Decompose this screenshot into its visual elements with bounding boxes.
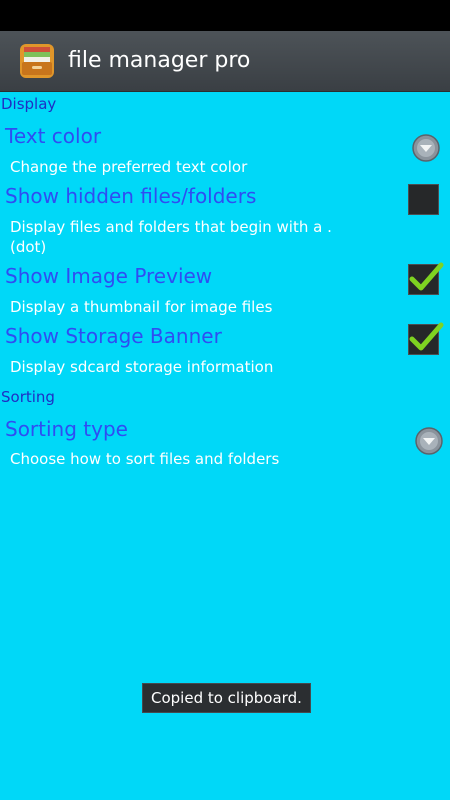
- storage-banner-checkbox[interactable]: [408, 322, 444, 355]
- status-bar: [0, 0, 450, 31]
- image-preview-checkbox[interactable]: [408, 262, 444, 295]
- checkmark-icon: [409, 262, 444, 291]
- pref-title: Sorting type: [5, 417, 128, 441]
- app-title: file manager pro: [68, 48, 251, 73]
- pref-summary: Display sdcard storage information: [10, 358, 274, 376]
- pref-summary: Choose how to sort files and folders: [10, 450, 280, 468]
- dropdown-arrow-icon[interactable]: [414, 426, 444, 456]
- action-bar: file manager pro: [0, 31, 450, 92]
- pref-summary: Display files and folders that begin wit…: [10, 218, 332, 256]
- dropdown-arrow-icon[interactable]: [411, 133, 441, 163]
- pref-summary: Display a thumbnail for image files: [10, 298, 273, 316]
- pref-summary: Change the preferred text color: [10, 158, 248, 176]
- pref-title: Show hidden files/folders: [5, 184, 257, 208]
- toast-message: Copied to clipboard.: [142, 683, 311, 713]
- hidden-files-checkbox[interactable]: [408, 184, 439, 215]
- section-header-display: Display: [1, 95, 57, 113]
- pref-title: Text color: [5, 124, 102, 148]
- pref-title: Show Image Preview: [5, 264, 213, 288]
- section-header-sorting: Sorting: [1, 388, 55, 406]
- checkmark-icon: [409, 322, 444, 351]
- pref-title: Show Storage Banner: [5, 324, 222, 348]
- file-cabinet-icon[interactable]: [19, 43, 55, 79]
